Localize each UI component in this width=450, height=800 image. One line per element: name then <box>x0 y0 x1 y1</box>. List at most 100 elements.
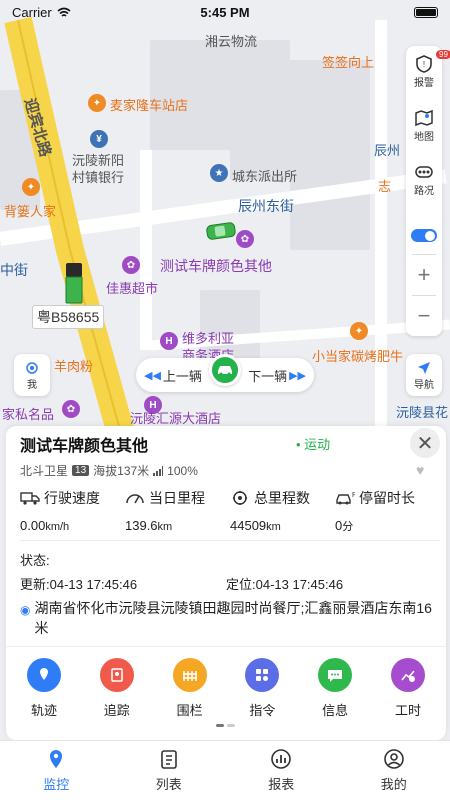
close-button[interactable]: ✕ <box>410 428 440 458</box>
zoom-out-button[interactable]: − <box>406 296 442 336</box>
map-label: 签签向上 <box>322 55 375 70</box>
my-location-button[interactable]: 我 <box>14 354 50 396</box>
stat-label: 总里程数 <box>254 490 310 506</box>
stat-unit: km <box>266 521 281 533</box>
stat-label: 当日里程 <box>149 490 205 506</box>
command-button[interactable]: 指令 <box>234 658 290 719</box>
clock: 5:45 PM <box>200 4 250 20</box>
stat-value: 44509 <box>230 518 267 533</box>
crosshair-icon <box>26 361 38 374</box>
prev-label: 上一辆 <box>162 368 202 384</box>
bank-icon: ¥ <box>90 130 108 148</box>
tab-report[interactable]: 报表 <box>225 741 338 800</box>
navigate-button[interactable]: 导航 <box>406 354 442 396</box>
shop-icon: ✿ <box>236 230 254 248</box>
track-icon <box>27 658 61 692</box>
worktime-button[interactable]: 工时 <box>380 658 436 719</box>
satellite-row: 北斗卫星 13 海拔137米 100% <box>20 462 198 479</box>
user-icon <box>383 749 404 769</box>
current-vehicle-button[interactable] <box>209 354 241 386</box>
svg-text:!: ! <box>423 60 425 69</box>
message-button[interactable]: 信息 <box>307 658 363 719</box>
close-icon: ✕ <box>416 432 434 455</box>
address-row: ◉ 湖南省怀化市沅陵县沅陵镇田趣园时尚餐厅;汇鑫丽景酒店东南16米 <box>20 598 434 638</box>
motion-status: • 运动 <box>296 437 331 452</box>
action-label: 追踪 <box>103 703 130 718</box>
map-tool-panel: ! 99 报警 地图 路况 + − <box>406 46 450 336</box>
wifi-icon <box>57 7 71 17</box>
map-label: 背篓人家 <box>4 204 57 219</box>
divider <box>6 646 446 647</box>
tab-label: 我的 <box>380 777 407 792</box>
truck-speed-icon <box>20 492 40 505</box>
follow-icon <box>99 658 134 692</box>
location-icon <box>50 750 63 768</box>
worktime-icon <box>390 658 425 692</box>
stat-value: 0.00 <box>20 518 46 533</box>
road-label: 辰州东街 <box>238 198 294 214</box>
action-label: 信息 <box>322 703 349 718</box>
map-label: 志 <box>378 179 392 194</box>
tab-label: 列表 <box>155 777 182 792</box>
gauge-icon <box>126 494 144 504</box>
prev-vehicle-button[interactable]: ◀◀ 上一辆 <box>144 366 202 385</box>
alarm-badge: 99 <box>436 50 450 59</box>
road-label: 中街 <box>0 262 28 278</box>
location-pin-icon: ◉ <box>20 603 31 617</box>
stat-label: 停留时长 <box>359 490 415 506</box>
traffic-button[interactable]: 路况 <box>414 162 434 216</box>
stat-unit: km/h <box>45 521 70 533</box>
odometer-icon <box>233 491 247 505</box>
action-bar: 轨迹 追踪 围栏 指令 信息 工时 <box>16 658 436 719</box>
truck-icon[interactable] <box>64 262 84 304</box>
page-indicator <box>216 724 235 727</box>
stat-speed: 行驶速度 0.00km/h <box>20 488 125 534</box>
hotel-icon: H <box>160 332 178 350</box>
favorite-heart-icon[interactable]: ♥ <box>416 462 424 478</box>
follow-button[interactable]: 追踪 <box>89 658 145 719</box>
tab-list[interactable]: 列表 <box>113 741 226 800</box>
parked-car-icon: P <box>336 492 355 505</box>
message-icon <box>318 658 353 692</box>
map-layer-button[interactable]: 地图 <box>414 108 434 162</box>
next-vehicle-button[interactable]: 下一辆 ▶▶ <box>248 366 306 385</box>
zoom-in-button[interactable]: + <box>406 255 442 295</box>
satellite-label: 北斗卫星 <box>20 464 69 478</box>
page-dot <box>227 724 235 727</box>
page-dot <box>216 724 224 727</box>
bottom-tab-bar: 监控 列表 报表 我的 <box>0 740 450 800</box>
svg-text:P: P <box>352 492 355 499</box>
traffic-label: 路况 <box>414 186 434 198</box>
stats-row: 行驶速度 0.00km/h 当日里程 139.6km 总里程数 44509km … <box>20 488 440 534</box>
tab-monitor[interactable]: 监控 <box>0 741 113 800</box>
plate-label: 粤B58655 <box>32 305 105 329</box>
alarm-button[interactable]: ! 99 报警 <box>414 50 450 108</box>
status-bar: Carrier 5:45 PM <box>0 0 450 24</box>
track-button[interactable]: 轨迹 <box>16 658 72 719</box>
double-left-arrow-icon: ◀◀ <box>144 369 161 382</box>
restaurant-icon: ✦ <box>350 322 368 340</box>
traffic-toggle[interactable] <box>411 228 437 243</box>
list-icon <box>160 750 177 769</box>
car-icon <box>218 366 232 376</box>
vehicle-title: 测试车牌颜色其他 <box>20 438 149 455</box>
navigation-arrow-icon <box>418 361 430 374</box>
restaurant-icon: ✦ <box>22 178 40 196</box>
traffic-icon <box>415 166 433 179</box>
map-label: 沅陵县花 <box>396 405 449 420</box>
shop-icon: ✿ <box>62 400 80 418</box>
fence-icon <box>172 658 207 692</box>
fence-button[interactable]: 围栏 <box>162 658 218 719</box>
map-label: 辰州 <box>374 143 401 158</box>
signal-label: 100% <box>167 463 198 478</box>
action-label: 工时 <box>394 703 421 718</box>
shop-icon: ✿ <box>122 256 140 274</box>
stat-label: 行驶速度 <box>44 490 100 506</box>
action-label: 指令 <box>249 703 276 718</box>
tab-mine[interactable]: 我的 <box>338 741 450 800</box>
shield-icon: ! <box>416 55 432 73</box>
me-label: 我 <box>27 379 37 391</box>
carrier-text: Carrier <box>12 4 52 20</box>
map-label: 家私名品 <box>2 407 55 422</box>
map-label: 羊肉粉 <box>54 359 94 374</box>
